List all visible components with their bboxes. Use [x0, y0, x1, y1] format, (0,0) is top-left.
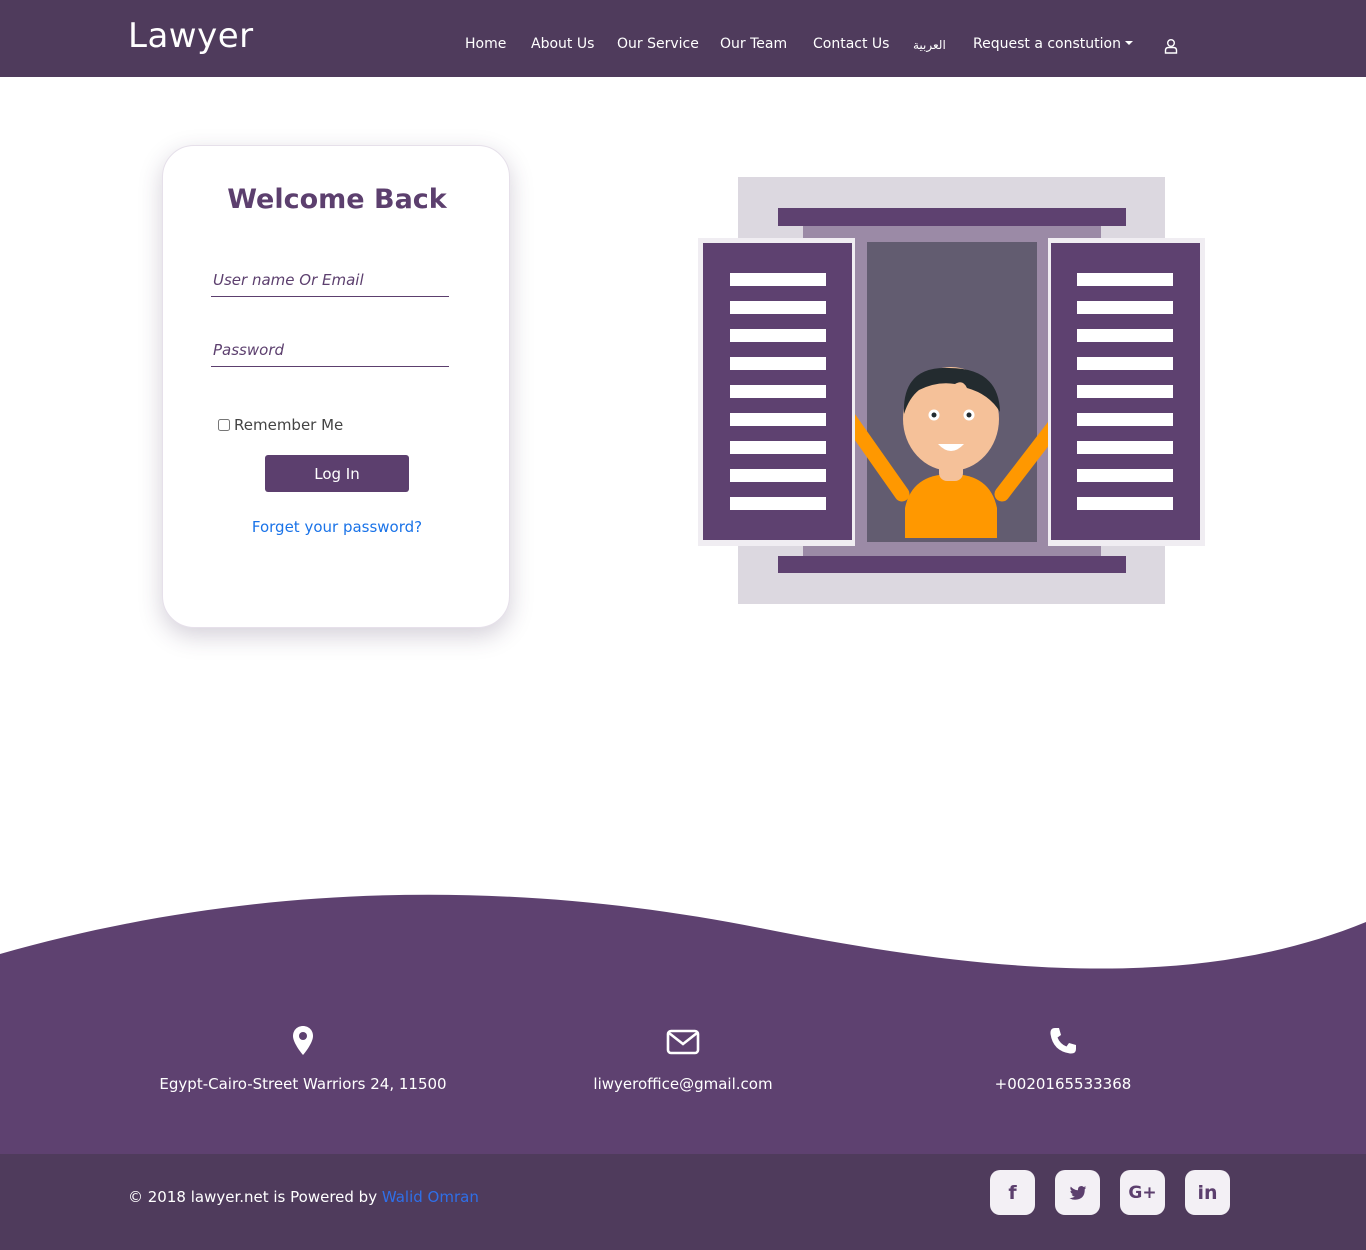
twitter-button[interactable]: [1055, 1170, 1100, 1215]
facebook-icon: f: [1008, 1181, 1017, 1204]
twitter-icon: [1068, 1185, 1086, 1200]
phone-icon: [1050, 1028, 1076, 1054]
nav-language-arabic[interactable]: العربية: [913, 38, 946, 52]
facebook-button[interactable]: f: [990, 1170, 1035, 1215]
remember-me-checkbox[interactable]: [218, 419, 230, 431]
linkedin-button[interactable]: in: [1185, 1170, 1230, 1215]
navbar: Lawyer Home About Us Our Service Our Tea…: [0, 0, 1366, 77]
google-plus-icon: G+: [1128, 1182, 1157, 1203]
author-link[interactable]: Walid Omran: [382, 1188, 479, 1206]
address-text: Egypt-Cairo-Street Warriors 24, 11500: [159, 1075, 447, 1093]
google-plus-button[interactable]: G+: [1120, 1170, 1165, 1215]
password-input[interactable]: [211, 333, 449, 367]
bottom-bar: © 2018 lawyer.net is Powered by Walid Om…: [0, 1154, 1366, 1250]
phone-text: +0020165533368: [994, 1075, 1132, 1093]
nav-contact[interactable]: Contact Us: [813, 36, 889, 52]
username-input[interactable]: [211, 263, 449, 297]
nav-menu: Home About Us Our Service Our Team Conta…: [0, 36, 1366, 56]
forgot-password-link[interactable]: Forget your password?: [163, 518, 511, 536]
contact-phone: +0020165533368: [873, 1025, 1253, 1093]
nav-home[interactable]: Home: [465, 36, 506, 52]
nav-team[interactable]: Our Team: [720, 36, 787, 52]
login-button[interactable]: Log In: [265, 455, 409, 492]
window-illustration: [698, 177, 1205, 604]
nav-request-label: Request a constution: [973, 36, 1121, 52]
remember-me-label: Remember Me: [234, 416, 344, 434]
left-shutter: [698, 238, 855, 546]
nav-request-consultation[interactable]: Request a constution: [973, 36, 1133, 52]
linkedin-icon: in: [1197, 1181, 1218, 1204]
right-shutter: [1048, 238, 1205, 546]
user-icon[interactable]: [1164, 38, 1178, 54]
contact-address: Egypt-Cairo-Street Warriors 24, 11500: [113, 1025, 493, 1093]
envelope-icon: [666, 1029, 700, 1055]
login-title: Welcome Back: [227, 184, 447, 215]
nav-service[interactable]: Our Service: [617, 36, 699, 52]
remember-me[interactable]: Remember Me: [218, 416, 343, 434]
contact-email: liwyeroffice@gmail.com: [493, 1025, 873, 1093]
login-card: Welcome Back Remember Me Log In Forget y…: [162, 145, 510, 628]
caret-down-icon: [1124, 41, 1133, 45]
footer-wave: [0, 894, 1366, 1154]
email-link[interactable]: liwyeroffice@gmail.com: [493, 1075, 873, 1093]
location-pin-icon: [293, 1026, 313, 1055]
copyright: © 2018 lawyer.net is Powered by Walid Om…: [128, 1188, 479, 1206]
copyright-text: © 2018 lawyer.net is Powered by: [128, 1188, 378, 1206]
nav-about[interactable]: About Us: [531, 36, 594, 52]
